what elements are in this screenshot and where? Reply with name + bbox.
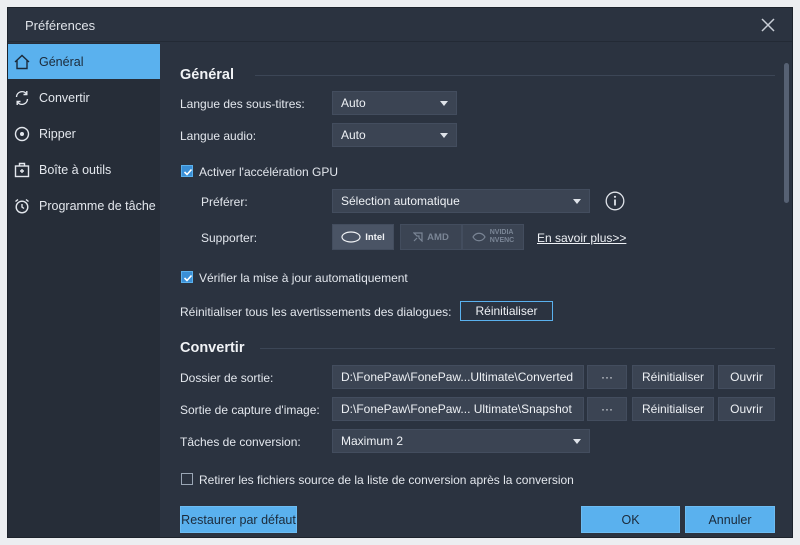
snapshot-browse-button[interactable]: ··· bbox=[587, 397, 627, 421]
output-folder-open-button[interactable]: Ouvrir bbox=[718, 365, 775, 389]
gpu-intel-badge: Intel bbox=[332, 224, 394, 250]
reset-warnings-button[interactable]: Réinitialiser bbox=[460, 301, 553, 321]
sidebar-item-toolbox[interactable]: Boîte à outils bbox=[8, 152, 160, 187]
gpu-nvidia-badge: NVIDIA NVENC bbox=[462, 224, 524, 250]
output-folder-browse-button[interactable]: ··· bbox=[587, 365, 627, 389]
chevron-down-icon bbox=[440, 133, 448, 138]
sidebar-item-label: Général bbox=[39, 54, 84, 69]
prefer-label: Préférer: bbox=[201, 195, 248, 209]
alarm-clock-icon bbox=[12, 196, 32, 216]
sidebar-item-label: Convertir bbox=[39, 90, 90, 105]
gpu-acceleration-label: Activer l'accélération GPU bbox=[199, 165, 339, 179]
section-title-convert: Convertir bbox=[180, 340, 245, 356]
subtitle-language-select[interactable]: Auto bbox=[332, 91, 457, 115]
chevron-down-icon bbox=[573, 199, 581, 204]
home-icon bbox=[12, 52, 32, 72]
subtitle-language-value: Auto bbox=[341, 96, 366, 110]
sidebar-item-label: Boîte à outils bbox=[39, 162, 112, 177]
gpu-nvidia-line2: NVENC bbox=[489, 237, 515, 244]
preferences-dialog: Préférences Général Convertir Ripper Boî… bbox=[7, 7, 793, 538]
close-icon[interactable] bbox=[758, 15, 778, 35]
audio-language-select[interactable]: Auto bbox=[332, 123, 457, 147]
restore-defaults-button[interactable]: Restaurer par défaut bbox=[180, 506, 297, 533]
remove-source-label: Retirer les fichiers source de la liste … bbox=[199, 473, 574, 487]
amd-logo-icon bbox=[413, 232, 423, 242]
gpu-nvidia-line1: NVIDIA bbox=[489, 229, 514, 236]
support-label: Supporter: bbox=[201, 231, 258, 245]
cancel-button[interactable]: Annuler bbox=[685, 506, 775, 533]
output-folder-label: Dossier de sortie: bbox=[180, 371, 274, 385]
toolbox-icon bbox=[12, 160, 32, 180]
snapshot-output-field[interactable]: D:\FonePaw\FonePaw... Ultimate\Snapshot bbox=[332, 397, 584, 421]
snapshot-output-label: Sortie de capture d'image: bbox=[180, 403, 320, 417]
gpu-intel-label: Intel bbox=[365, 231, 385, 243]
output-folder-field[interactable]: D:\FonePaw\FonePaw...Ultimate\Converted bbox=[332, 365, 584, 389]
info-icon[interactable] bbox=[605, 191, 625, 211]
sidebar-item-task-schedule[interactable]: Programme de tâche bbox=[8, 188, 160, 223]
scrollbar[interactable] bbox=[784, 63, 789, 203]
window-title: Préférences bbox=[25, 18, 96, 33]
sidebar-item-label: Programme de tâche bbox=[39, 198, 156, 213]
convert-icon bbox=[12, 88, 32, 108]
sidebar-item-general[interactable]: Général bbox=[8, 44, 160, 79]
sidebar-item-ripper[interactable]: Ripper bbox=[8, 116, 160, 151]
conversion-tasks-value: Maximum 2 bbox=[341, 434, 404, 448]
audio-language-value: Auto bbox=[341, 128, 366, 142]
intel-logo-icon bbox=[341, 231, 361, 243]
chevron-down-icon bbox=[573, 439, 581, 444]
sidebar: Général Convertir Ripper Boîte à outils … bbox=[8, 43, 160, 537]
checkmark-icon bbox=[183, 274, 193, 282]
conversion-tasks-label: Tâches de conversion: bbox=[180, 435, 301, 449]
divider bbox=[260, 348, 775, 349]
checkmark-icon bbox=[183, 168, 193, 176]
auto-update-label: Vérifier la mise à jour automatiquement bbox=[199, 271, 408, 285]
sidebar-item-convert[interactable]: Convertir bbox=[8, 80, 160, 115]
disc-icon bbox=[12, 124, 32, 144]
reset-warnings-label: Réinitialiser tous les avertissements de… bbox=[180, 305, 452, 319]
audio-language-label: Langue audio: bbox=[180, 129, 257, 143]
section-title-general: Général bbox=[180, 67, 234, 83]
ok-button[interactable]: OK bbox=[581, 506, 680, 533]
sidebar-item-label: Ripper bbox=[39, 126, 76, 141]
snapshot-open-button[interactable]: Ouvrir bbox=[718, 397, 775, 421]
nvidia-logo-icon bbox=[472, 232, 486, 242]
gpu-amd-label: AMD bbox=[427, 231, 449, 243]
gpu-amd-badge: AMD bbox=[400, 224, 462, 250]
learn-more-link[interactable]: En savoir plus>> bbox=[537, 231, 626, 245]
prefer-select[interactable]: Sélection automatique bbox=[332, 189, 590, 213]
divider bbox=[255, 75, 775, 76]
conversion-tasks-select[interactable]: Maximum 2 bbox=[332, 429, 590, 453]
subtitle-language-label: Langue des sous-titres: bbox=[180, 97, 305, 111]
output-folder-reset-button[interactable]: Réinitialiser bbox=[632, 365, 714, 389]
snapshot-reset-button[interactable]: Réinitialiser bbox=[632, 397, 714, 421]
remove-source-checkbox[interactable] bbox=[181, 473, 193, 485]
gpu-nvidia-text: NVIDIA NVENC bbox=[490, 229, 515, 245]
auto-update-checkbox[interactable] bbox=[181, 271, 193, 283]
chevron-down-icon bbox=[440, 101, 448, 106]
settings-panel: Général Langue des sous-titres: Auto Lan… bbox=[160, 43, 792, 537]
gpu-acceleration-checkbox[interactable] bbox=[181, 165, 193, 177]
title-bar: Préférences bbox=[8, 8, 792, 42]
prefer-value: Sélection automatique bbox=[341, 194, 460, 208]
